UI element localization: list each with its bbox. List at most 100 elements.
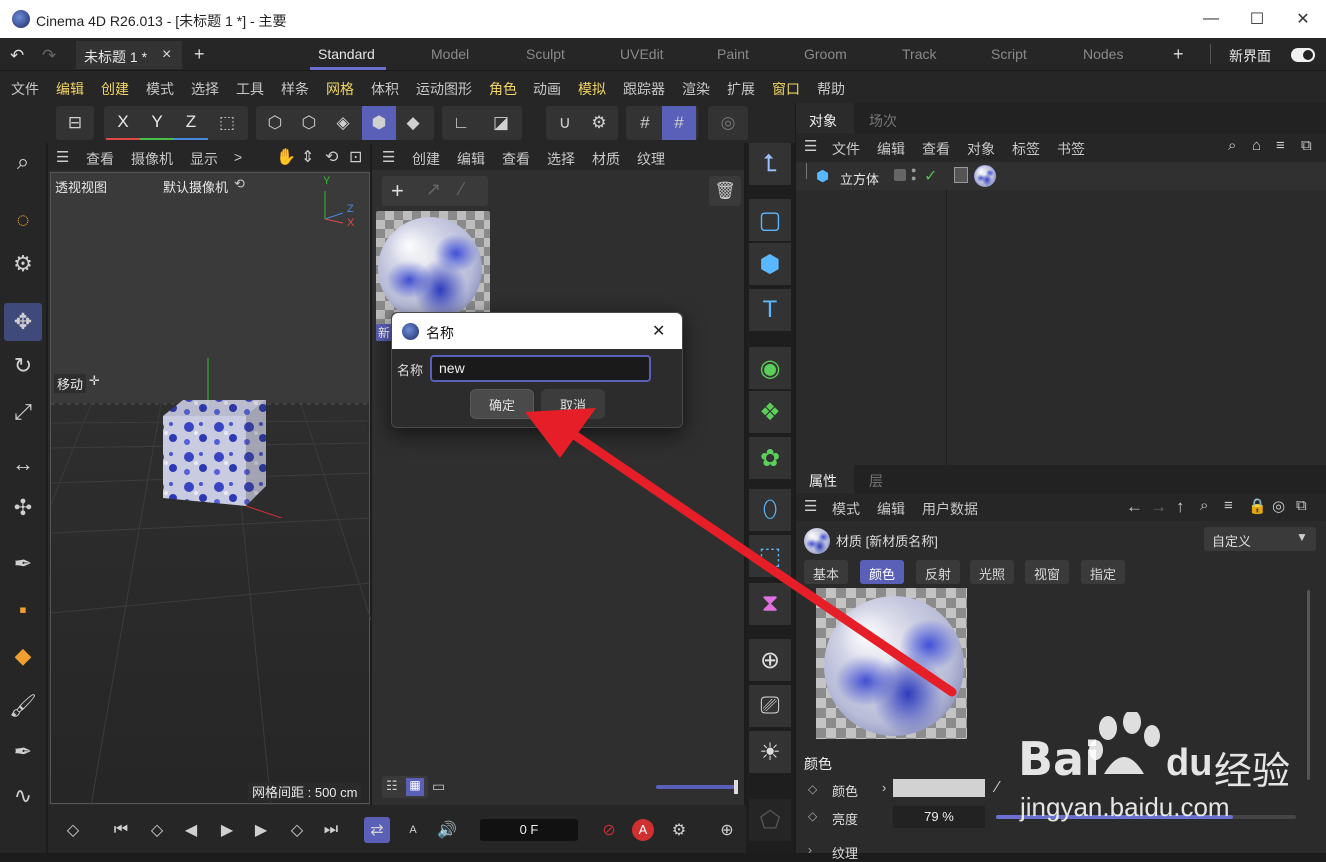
menu-create[interactable]: 创建 xyxy=(101,79,129,99)
menu-mode[interactable]: 模式 xyxy=(146,79,174,99)
rotate-tool-icon[interactable]: ↻ xyxy=(4,347,42,385)
spline-pen-icon[interactable]: ✒ xyxy=(4,545,42,583)
menu-edit[interactable]: 编辑 xyxy=(56,79,84,99)
move-view-icon[interactable]: ⇕ xyxy=(301,147,314,167)
cloner-icon[interactable]: ❖ xyxy=(749,391,791,433)
tab-objects[interactable]: 对象 xyxy=(809,111,837,131)
viewport-canvas[interactable]: 透视视图 默认摄像机 ⟲ Y Z X 移动 ✛ xyxy=(50,172,371,805)
menu-volume[interactable]: 体积 xyxy=(371,79,399,99)
subtab-reflectance[interactable]: 反射 xyxy=(916,560,961,584)
object-menu-view[interactable]: 查看 xyxy=(922,139,950,159)
menu-extensions[interactable]: 扩展 xyxy=(727,79,755,99)
menu-file[interactable]: 文件 xyxy=(11,79,39,99)
lock-icon[interactable]: 🔒 xyxy=(1248,497,1267,515)
material-menu-material[interactable]: 材质 xyxy=(592,149,620,169)
move-tool-icon[interactable]: ✥ xyxy=(4,303,42,341)
target-icon[interactable]: ◎ xyxy=(1272,497,1285,515)
viewport-menu-icon[interactable]: ☰ xyxy=(56,148,69,166)
apply-material-icon[interactable]: ↗ xyxy=(426,179,441,200)
attribute-menu-userdata[interactable]: 用户数据 xyxy=(922,499,978,519)
eyedropper-icon[interactable]: ⁄ xyxy=(996,779,999,797)
subtab-color[interactable]: 颜色 xyxy=(860,560,905,584)
axis-z-button[interactable]: Z xyxy=(174,106,208,140)
object-menu-file[interactable]: 文件 xyxy=(832,139,860,159)
cube-object[interactable] xyxy=(151,358,301,518)
material-menu-select[interactable]: 选择 xyxy=(547,149,575,169)
material-menu-view[interactable]: 查看 xyxy=(502,149,530,169)
add-material-icon[interactable]: + xyxy=(391,178,404,204)
camera-view-icon[interactable]: ⊟ xyxy=(58,106,92,140)
play-icon[interactable]: ▶ xyxy=(214,817,240,843)
home-icon[interactable]: ⌂ xyxy=(1252,137,1261,154)
expand-arrow-icon[interactable]: › xyxy=(882,780,886,795)
menu-render[interactable]: 渲染 xyxy=(682,79,710,99)
layout-tab-nodes[interactable]: Nodes xyxy=(1083,46,1123,62)
undo-icon[interactable]: ↶ xyxy=(10,46,24,66)
knife-tool-icon[interactable]: ∿ xyxy=(4,777,42,815)
layout-tab-model[interactable]: Model xyxy=(431,46,469,62)
next-key-icon[interactable]: ◇ xyxy=(284,817,310,843)
generator-tools-icon[interactable]: ◆ xyxy=(4,637,42,675)
menu-mograph[interactable]: 运动图形 xyxy=(416,79,472,99)
layout-tab-paint[interactable]: Paint xyxy=(717,46,749,62)
layer-icon[interactable] xyxy=(894,169,906,181)
viewport-menu-display[interactable]: 显示 xyxy=(190,149,218,169)
current-frame-field[interactable]: 0 F xyxy=(480,819,578,841)
layout-tab-standard[interactable]: Standard xyxy=(318,46,375,62)
camera-object-icon[interactable]: ⎚ xyxy=(749,685,791,727)
material-name-input[interactable]: new xyxy=(430,355,651,382)
ok-button[interactable]: 确定 xyxy=(470,389,534,419)
object-menu-tags[interactable]: 标签 xyxy=(1012,139,1040,159)
snap-magnet-icon[interactable]: ∪ xyxy=(548,106,582,140)
cube-primitive-icon[interactable]: ⬢ xyxy=(749,243,791,285)
environment-icon[interactable]: ⊕ xyxy=(749,639,791,681)
cancel-button[interactable]: 取消 xyxy=(541,389,605,419)
preset-dropdown[interactable]: 自定义 ▼ xyxy=(1204,527,1316,551)
search-icon[interactable]: ⌕ xyxy=(1200,497,1208,514)
sound-icon[interactable]: 🔊 xyxy=(434,817,460,843)
list-view-icon[interactable]: ☷ xyxy=(386,778,398,794)
color-swatch[interactable] xyxy=(893,779,985,797)
keyframe-diamond-icon[interactable]: ◇ xyxy=(60,817,86,843)
volume-icon[interactable]: ⧗ xyxy=(749,583,791,625)
paint-brush-icon[interactable]: 🖌 xyxy=(4,687,42,725)
brightness-field[interactable]: 79 % xyxy=(893,806,985,828)
filter-icon[interactable]: ≡ xyxy=(1276,137,1285,154)
large-preview-icon[interactable]: ▭ xyxy=(432,778,445,795)
viewport-menu-more[interactable]: > xyxy=(234,149,242,165)
document-tab-close-button[interactable]: × xyxy=(162,46,171,64)
material-menu-edit[interactable]: 编辑 xyxy=(457,149,485,169)
axis-mode-icon[interactable]: ∟ xyxy=(444,106,478,140)
snap-settings-icon[interactable]: ⚙ xyxy=(582,106,616,140)
coordinate-system-icon[interactable]: ⬚ xyxy=(210,106,244,140)
dialog-close-button[interactable]: ✕ xyxy=(652,321,665,341)
phong-tag-icon[interactable] xyxy=(954,167,968,183)
menu-window[interactable]: 窗口 xyxy=(772,79,800,99)
null-object-icon[interactable]: ⮤ xyxy=(749,143,791,185)
layout-tab-track[interactable]: Track xyxy=(902,46,936,62)
material-preview[interactable] xyxy=(816,588,967,739)
grid-icon[interactable]: # xyxy=(628,106,662,140)
subtab-illumination[interactable]: 光照 xyxy=(970,560,1015,584)
search-icon[interactable]: ⌕ xyxy=(1228,137,1236,154)
deformer-icon[interactable]: ⬯ xyxy=(749,489,791,531)
axis-y-button[interactable]: Y xyxy=(140,106,174,140)
delete-material-icon[interactable]: 🗑 xyxy=(709,176,741,206)
subdivision-generator-icon[interactable]: ◉ xyxy=(749,347,791,389)
tab-attributes[interactable]: 属性 xyxy=(809,471,837,491)
layout-tab-groom[interactable]: Groom xyxy=(804,46,847,62)
record-settings-icon[interactable]: ⚙ xyxy=(666,817,692,843)
search-icon[interactable]: ⌕ xyxy=(4,143,42,181)
subtab-basic[interactable]: 基本 xyxy=(804,560,849,584)
previous-frame-icon[interactable]: ◀ xyxy=(178,817,204,843)
layout-tab-uvedit[interactable]: UVEdit xyxy=(620,46,664,62)
minimize-button[interactable]: — xyxy=(1188,0,1234,38)
visibility-dots-icon[interactable]: ● ● xyxy=(911,166,916,183)
material-menu-icon[interactable]: ☰ xyxy=(382,148,395,166)
keyframe-diamond-icon[interactable]: ◇ xyxy=(808,782,817,796)
attribute-menu-mode[interactable]: 模式 xyxy=(832,499,860,519)
disabled-tool-icon[interactable]: ⬠ xyxy=(749,799,791,841)
autokey-icon[interactable]: A xyxy=(400,817,426,843)
new-window-icon[interactable]: ⧉ xyxy=(1301,137,1312,154)
layout-tab-script[interactable]: Script xyxy=(991,46,1027,62)
